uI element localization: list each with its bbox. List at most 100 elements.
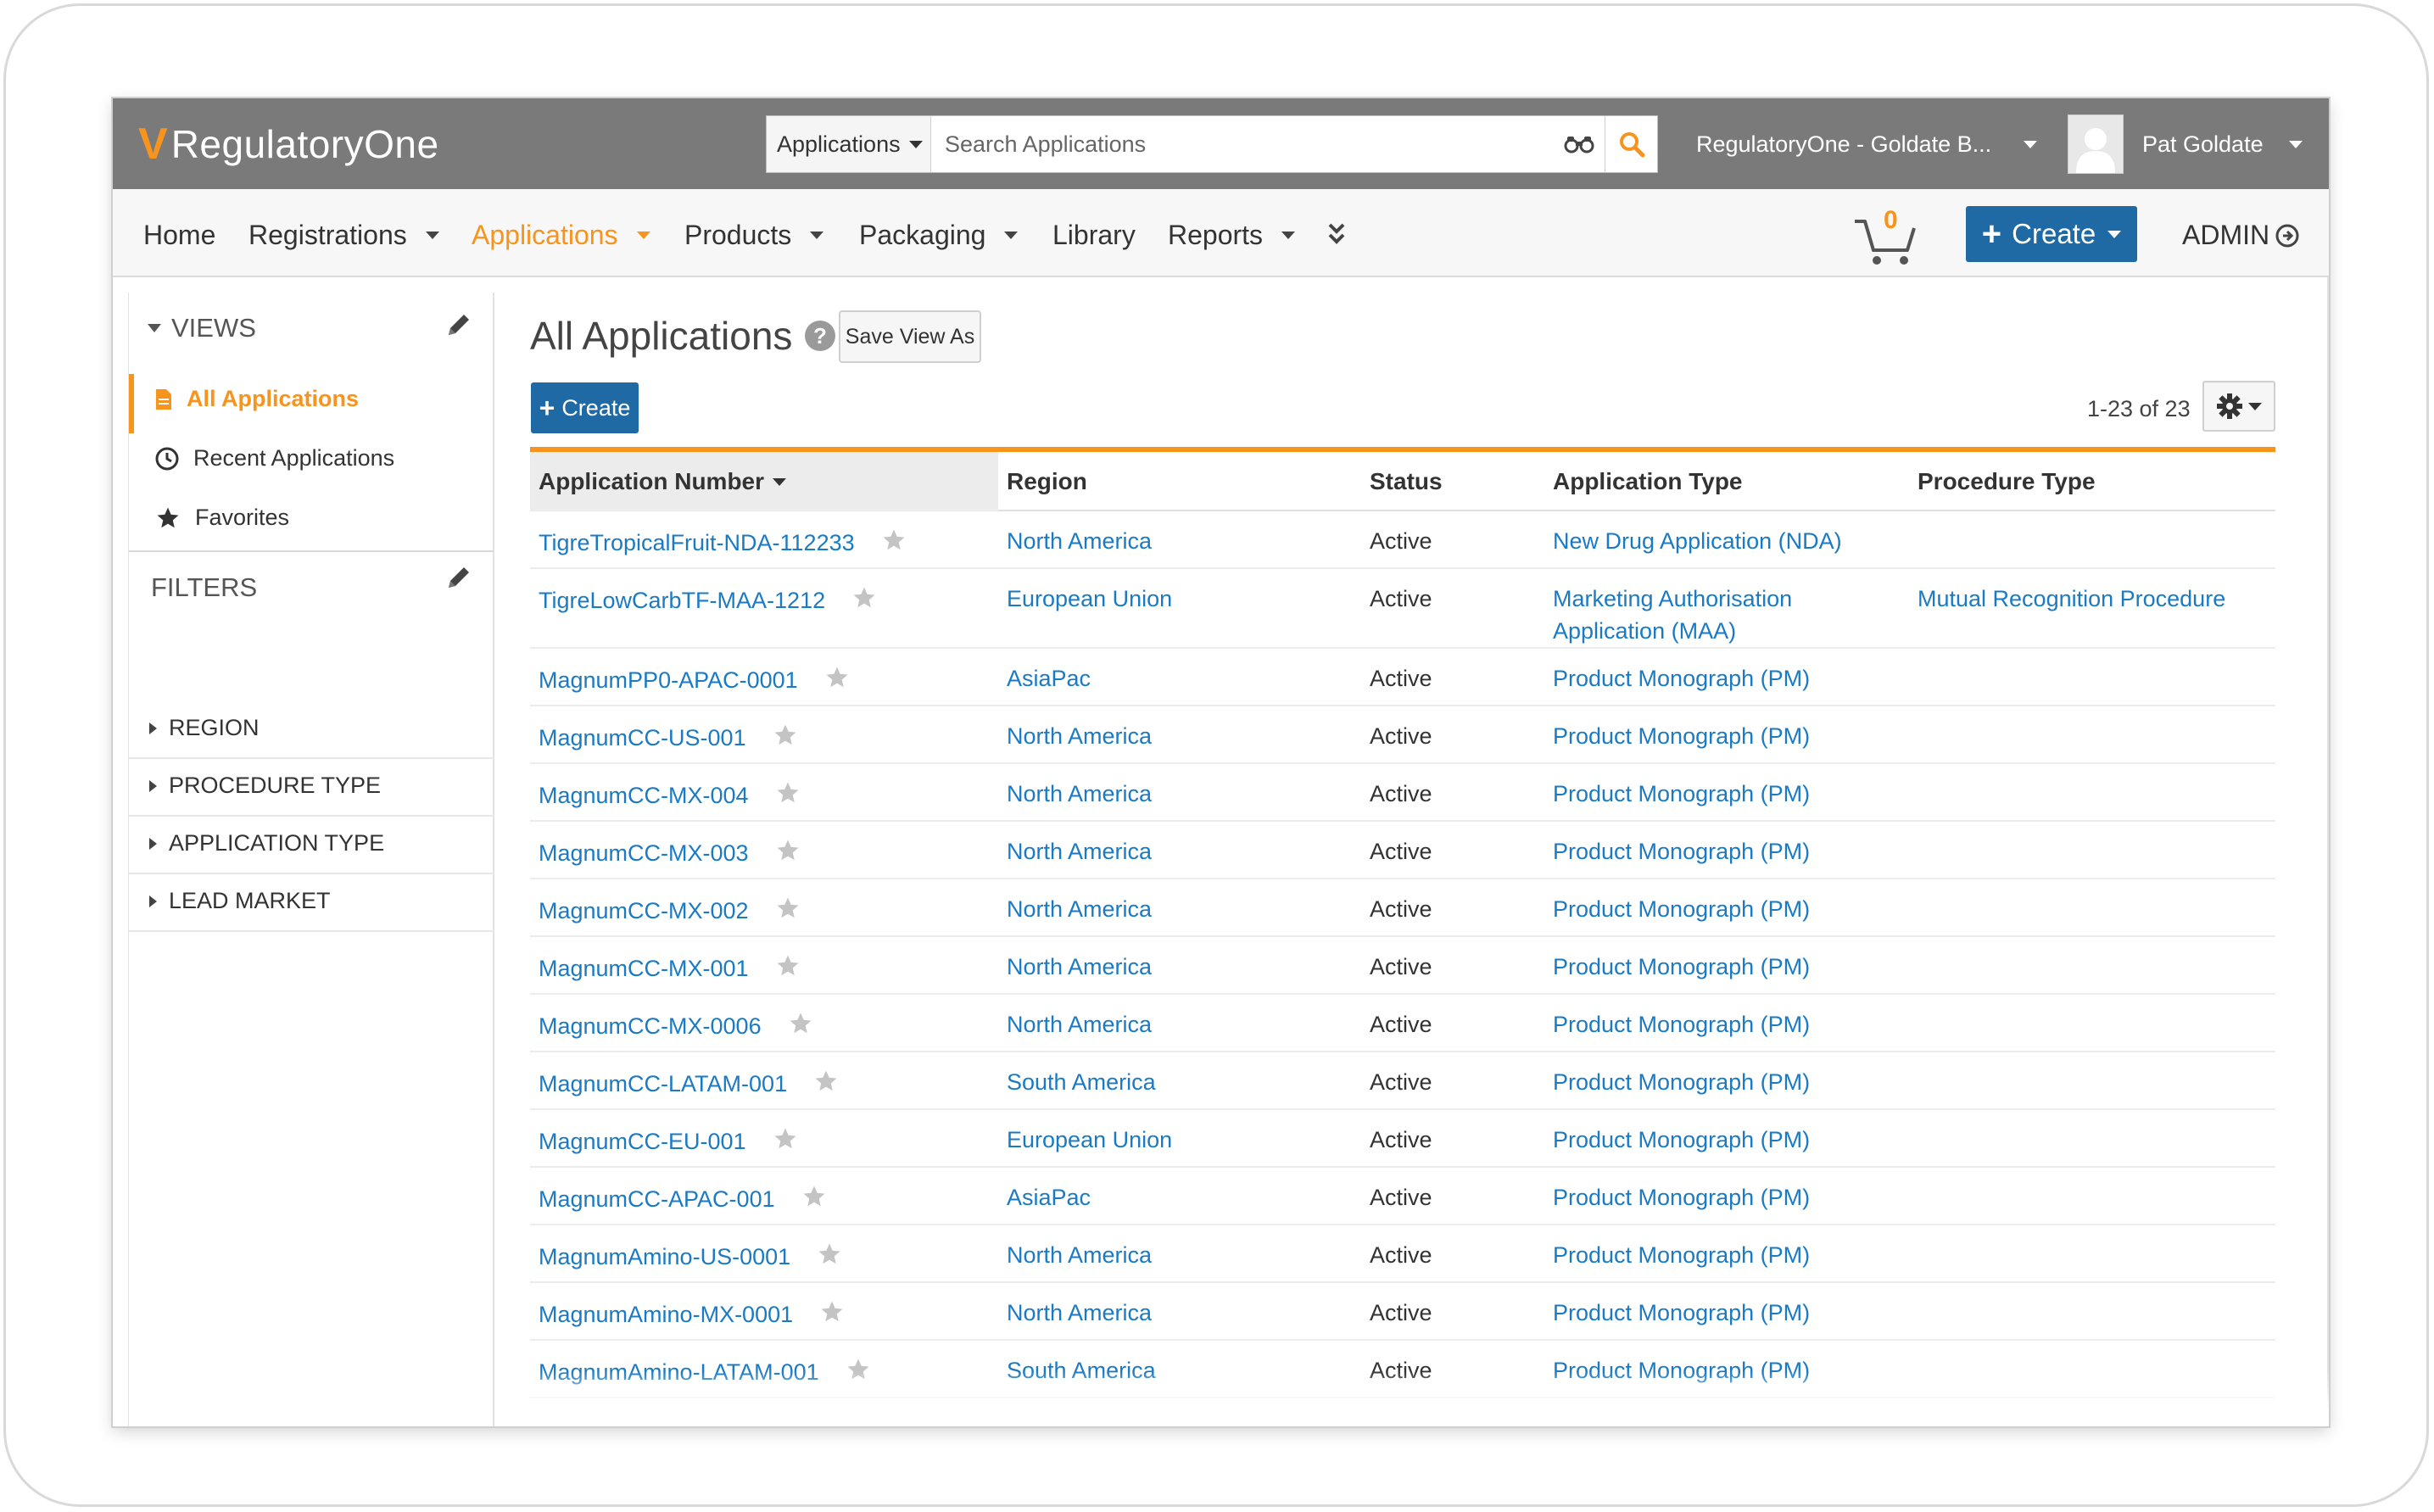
application-number-link[interactable]: MagnumCC-MX-002 (539, 898, 749, 923)
region-link[interactable]: North America (1007, 1239, 1152, 1271)
nav-registrations[interactable]: Registrations (248, 220, 439, 251)
search-button[interactable] (1605, 116, 1657, 172)
application-type-link[interactable]: Product Monograph (PM) (1553, 1066, 1901, 1098)
nav-library[interactable]: Library (1052, 220, 1136, 251)
edit-filters-pencil-icon[interactable] (445, 564, 472, 595)
region-link[interactable]: North America (1007, 835, 1152, 868)
application-type-link[interactable]: Product Monograph (PM) (1553, 1008, 1901, 1041)
nav-packaging[interactable]: Packaging (859, 220, 1019, 251)
nav-reports[interactable]: Reports (1168, 220, 1296, 251)
settings-button[interactable] (2202, 381, 2275, 432)
region-link[interactable]: North America (1007, 778, 1152, 810)
region-link[interactable]: South America (1007, 1066, 1156, 1098)
table-row[interactable]: MagnumCC-EU-001 European Union Active Produ… (530, 1110, 2275, 1168)
filter-region[interactable]: REGION (149, 715, 260, 741)
admin-link[interactable]: ADMIN (2182, 220, 2300, 251)
application-number-link[interactable]: MagnumCC-MX-003 (539, 840, 749, 866)
nav-applications[interactable]: Applications (472, 220, 650, 251)
application-type-link[interactable]: Product Monograph (PM) (1553, 893, 1901, 925)
region-link[interactable]: North America (1007, 720, 1152, 752)
region-link[interactable]: North America (1007, 893, 1152, 925)
table-row[interactable]: TigreLowCarbTF-MAA-1212 European Union Act… (530, 569, 2275, 649)
application-number-link[interactable]: MagnumCC-MX-0006 (539, 1013, 762, 1039)
region-link[interactable]: AsiaPac (1007, 662, 1091, 695)
favorite-star-icon[interactable] (774, 895, 801, 929)
region-link[interactable]: North America (1007, 951, 1152, 983)
table-row[interactable]: TigreTropicalFruit-NDA-112233 North Ameri… (530, 511, 2275, 569)
region-link[interactable]: European Union (1007, 583, 1172, 615)
view-all-applications[interactable]: All Applications (154, 386, 359, 412)
favorite-star-icon[interactable] (772, 1126, 799, 1160)
application-number-link[interactable]: MagnumAmino-US-0001 (539, 1244, 790, 1269)
application-number-link[interactable]: TigreLowCarbTF-MAA-1212 (539, 588, 825, 613)
table-row[interactable]: MagnumCC-MX-001 North America Active Produc… (530, 937, 2275, 995)
application-type-link[interactable]: Product Monograph (PM) (1553, 1124, 1901, 1156)
table-row[interactable]: MagnumCC-LATAM-001 South America Active Pro… (530, 1052, 2275, 1110)
table-row[interactable]: MagnumCC-MX-004 North America Active Produc… (530, 764, 2275, 822)
favorite-star-icon[interactable] (801, 1184, 828, 1218)
favorite-star-icon[interactable] (823, 665, 851, 699)
favorite-star-icon[interactable] (851, 585, 878, 619)
application-number-link[interactable]: MagnumCC-US-001 (539, 725, 746, 750)
view-recent-applications[interactable]: Recent Applications (154, 445, 394, 471)
column-application-number[interactable]: Application Number (530, 452, 998, 511)
application-type-link[interactable]: Product Monograph (PM) (1553, 778, 1901, 810)
edit-views-pencil-icon[interactable] (445, 311, 472, 343)
application-number-link[interactable]: MagnumCC-MX-004 (539, 783, 749, 808)
table-row[interactable]: MagnumCC-MX-002 North America Active Produc… (530, 879, 2275, 937)
favorite-star-icon[interactable] (880, 527, 907, 561)
application-type-link[interactable]: Product Monograph (PM) (1553, 1181, 1901, 1214)
favorite-star-icon[interactable] (816, 1241, 843, 1275)
application-number-link[interactable]: TigreTropicalFruit-NDA-112233 (539, 530, 855, 555)
filter-lead-market[interactable]: LEAD MARKET (149, 888, 331, 914)
nav-products[interactable]: Products (684, 220, 824, 251)
views-header[interactable]: VIEWS (148, 313, 256, 343)
application-type-link[interactable]: Product Monograph (PM) (1553, 662, 1901, 695)
region-link[interactable]: European Union (1007, 1124, 1172, 1156)
application-type-link[interactable]: Product Monograph (PM) (1553, 720, 1901, 752)
user-menu[interactable]: Pat Goldate (2068, 114, 2303, 175)
application-number-link[interactable]: MagnumAmino-MX-0001 (539, 1302, 793, 1327)
help-icon[interactable]: ? (804, 320, 836, 352)
binoculars-icon[interactable] (1554, 116, 1605, 172)
search-scope-select[interactable]: Applications (767, 116, 931, 172)
application-number-link[interactable]: MagnumPP0-APAC-0001 (539, 667, 798, 693)
logo[interactable]: V RegulatoryOne (138, 120, 439, 169)
nav-more[interactable] (1327, 221, 1346, 247)
application-number-link[interactable]: MagnumCC-LATAM-001 (539, 1071, 787, 1096)
filter-application-type[interactable]: APPLICATION TYPE (149, 830, 384, 856)
application-type-link[interactable]: Product Monograph (PM) (1553, 835, 1901, 868)
application-type-link[interactable]: Marketing Authorisation Application (MAA… (1553, 583, 1901, 647)
table-row[interactable]: MagnumCC-MX-0006 North America Active Produ… (530, 995, 2275, 1052)
column-region[interactable]: Region (998, 452, 1361, 511)
table-row[interactable]: MagnumPP0-APAC-0001 AsiaPac Active Product … (530, 649, 2275, 706)
favorite-star-icon[interactable] (774, 838, 801, 872)
favorite-star-icon[interactable] (787, 1011, 814, 1045)
application-number-link[interactable]: MagnumCC-APAC-001 (539, 1186, 775, 1212)
table-row[interactable]: MagnumAmino-MX-0001 North America Active Pr… (530, 1283, 2275, 1341)
application-type-link[interactable]: Product Monograph (PM) (1553, 1297, 1901, 1329)
application-number-link[interactable]: MagnumCC-EU-001 (539, 1129, 746, 1154)
view-favorites[interactable]: Favorites (154, 505, 289, 531)
save-view-as-button[interactable]: Save View As (839, 310, 981, 363)
column-status[interactable]: Status (1361, 452, 1544, 511)
region-link[interactable]: North America (1007, 1297, 1152, 1329)
cart-button[interactable]: 0 (1851, 206, 1919, 269)
column-procedure-type[interactable]: Procedure Type (1909, 452, 2275, 511)
procedure-type-link[interactable]: Mutual Recognition Procedure (1918, 583, 2274, 615)
create-button[interactable]: + Create (1966, 206, 2137, 262)
favorite-star-icon[interactable] (818, 1299, 846, 1333)
favorite-star-icon[interactable] (774, 953, 801, 987)
table-row[interactable]: MagnumCC-MX-003 North America Active Produc… (530, 822, 2275, 879)
application-type-link[interactable]: New Drug Application (NDA) (1553, 525, 1901, 557)
nav-home[interactable]: Home (143, 220, 215, 251)
region-link[interactable]: AsiaPac (1007, 1181, 1091, 1214)
vault-selector[interactable]: RegulatoryOne - Goldate B... (1696, 115, 2038, 173)
region-link[interactable]: North America (1007, 1008, 1152, 1041)
application-type-link[interactable]: Product Monograph (PM) (1553, 951, 1901, 983)
application-type-link[interactable]: Product Monograph (PM) (1553, 1239, 1901, 1271)
table-row[interactable]: MagnumAmino-US-0001 North America Active Pr… (530, 1225, 2275, 1283)
table-row[interactable]: MagnumCC-APAC-001 AsiaPac Active Product Mo… (530, 1168, 2275, 1225)
column-application-type[interactable]: Application Type (1544, 452, 1909, 511)
application-number-link[interactable]: MagnumCC-MX-001 (539, 956, 749, 981)
